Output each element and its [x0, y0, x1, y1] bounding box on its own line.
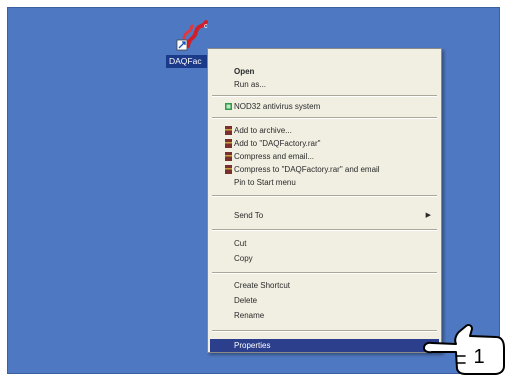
menu-separator [212, 117, 437, 119]
menu-item-properties[interactable]: Properties [210, 339, 439, 352]
winrar-archive-icon [225, 165, 232, 174]
nod32-icon [225, 103, 232, 110]
menu-separator [212, 330, 437, 332]
menu-item-add-to-rar[interactable]: Add to "DAQFactory.rar" [210, 137, 439, 150]
menu-item-run-as[interactable]: Run as... [210, 78, 439, 91]
submenu-arrow-icon: ▶ [425, 212, 431, 219]
callout-number: 1 [473, 346, 485, 368]
daqfactory-shortcut-icon: c [176, 20, 208, 51]
menu-item-open[interactable]: Open [210, 65, 439, 78]
menu-item-compress-and-email[interactable]: Compress and email... [210, 150, 439, 163]
menu-item-compress-to-rar-and-email[interactable]: Compress to "DAQFactory.rar" and email [210, 163, 439, 176]
menu-item-send-to[interactable]: Send To ▶ [210, 209, 439, 222]
winrar-archive-icon [225, 139, 232, 148]
menu-item-create-shortcut[interactable]: Create Shortcut [210, 279, 439, 292]
menu-separator [212, 229, 437, 231]
menu-item-label: Add to "DAQFactory.rar" [234, 139, 321, 148]
menu-separator [212, 95, 437, 97]
winrar-archive-icon [225, 126, 232, 135]
menu-item-label: Compress to "DAQFactory.rar" and email [234, 165, 380, 174]
menu-item-rename[interactable]: Rename [210, 309, 439, 322]
winrar-archive-icon [225, 152, 232, 161]
menu-item-label: NOD32 antivirus system [234, 102, 321, 111]
menu-separator [212, 272, 437, 274]
menu-item-nod32[interactable]: NOD32 antivirus system [210, 100, 439, 113]
menu-item-pin-to-start[interactable]: Pin to Start menu [210, 176, 439, 189]
menu-item-add-to-archive[interactable]: Add to archive... [210, 124, 439, 137]
menu-separator [212, 195, 437, 197]
svg-text:c: c [204, 23, 208, 30]
menu-item-label: Compress and email... [234, 152, 315, 161]
menu-item-label: Add to archive... [234, 126, 292, 135]
menu-item-copy[interactable]: Copy [210, 252, 439, 265]
menu-item-delete[interactable]: Delete [210, 294, 439, 307]
context-menu: Open Run as... NOD32 antivirus system Ad… [207, 48, 442, 353]
menu-item-label: Send To [234, 211, 264, 220]
menu-item-cut[interactable]: Cut [210, 237, 439, 250]
